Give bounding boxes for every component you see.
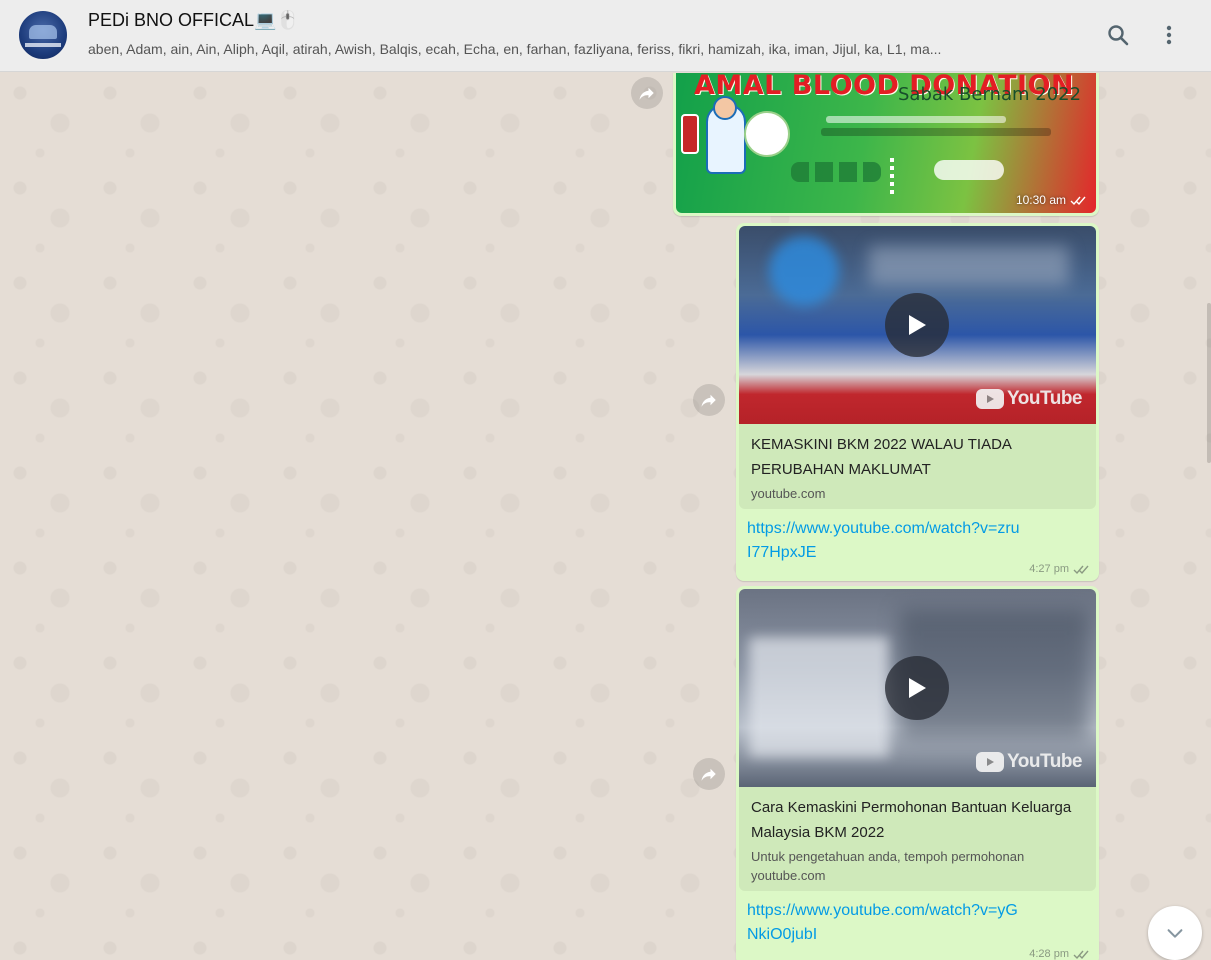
link-domain: youtube.com [751,868,826,883]
group-members[interactable]: aben, Adam, ain, Ain, Aliph, Aqil, atira… [88,41,1073,57]
link-message[interactable]: YouTube KEMASKINI BKM 2022 WALAU TIADA P… [736,223,1099,581]
forward-button[interactable] [693,384,725,416]
sponsor-logos [791,162,881,182]
link-description: Untuk pengetahuan anda, tempoh permohona… [751,849,1025,864]
scrollbar[interactable] [1207,303,1211,463]
more-vertical-icon [1166,25,1172,45]
badge-logo [744,111,790,157]
play-icon [909,315,926,335]
link-title: KEMASKINI BKM 2022 WALAU TIADA PERUBAHAN… [751,436,1012,478]
search-button[interactable] [1101,18,1135,52]
group-avatar[interactable] [17,9,69,61]
double-check-icon [1070,196,1086,205]
message-meta: 4:28 pm [1029,948,1089,960]
youtube-logo: YouTube [976,751,1082,773]
blood-bag-icon [681,114,699,154]
link-message[interactable]: YouTube Cara Kemaskini Permohonan Bantua… [736,586,1099,960]
youtube-logo: YouTube [976,388,1082,410]
blood-donation-banner[interactable]: AMAL BLOOD DONATION Sabak Bernam 2022 10… [676,73,1096,213]
message-time: 4:27 pm [1029,563,1069,575]
forward-icon [701,768,716,781]
search-icon [1108,25,1129,46]
message-meta: 4:27 pm [1029,563,1089,575]
message-link[interactable]: https://www.youtube.com/watch?v=zruI77Hp… [739,509,1029,565]
chat-panel[interactable]: AMAL BLOOD DONATION Sabak Bernam 2022 10… [0,73,1211,960]
forward-button[interactable] [693,758,725,790]
forward-button[interactable] [631,77,663,109]
partner-logo [934,160,1004,180]
play-button[interactable] [885,293,949,357]
image-message[interactable]: AMAL BLOOD DONATION Sabak Bernam 2022 10… [673,73,1099,216]
menu-button[interactable] [1152,18,1186,52]
link-preview-info[interactable]: KEMASKINI BKM 2022 WALAU TIADA PERUBAHAN… [739,424,1096,509]
forward-icon [701,394,716,407]
play-button[interactable] [885,656,949,720]
double-check-icon [1073,565,1089,574]
banner-subtitle: Sabak Bernam 2022 [898,84,1082,105]
chat-header: PEDi BNO OFFICAL💻🖱️ aben, Adam, ain, Ain… [0,0,1211,72]
double-check-icon [1073,950,1089,959]
message-meta: 10:30 am [1016,193,1086,207]
group-name[interactable]: PEDi BNO OFFICAL💻🖱️ [88,10,299,31]
link-title: Cara Kemaskini Permohonan Bantuan Keluar… [751,799,1072,841]
link-preview-info[interactable]: Cara Kemaskini Permohonan Bantuan Keluar… [739,787,1096,891]
message-link[interactable]: https://www.youtube.com/watch?v=yGNkiO0j… [739,891,1029,947]
video-thumbnail[interactable]: YouTube [739,589,1096,787]
message-time: 10:30 am [1015,193,1066,207]
link-domain: youtube.com [751,486,826,501]
chevron-down-icon [1167,929,1183,938]
scroll-to-bottom-button[interactable] [1148,906,1202,960]
message-time: 4:28 pm [1029,948,1069,960]
video-thumbnail[interactable]: YouTube [739,226,1096,424]
forward-icon [639,87,654,100]
play-icon [909,678,926,698]
